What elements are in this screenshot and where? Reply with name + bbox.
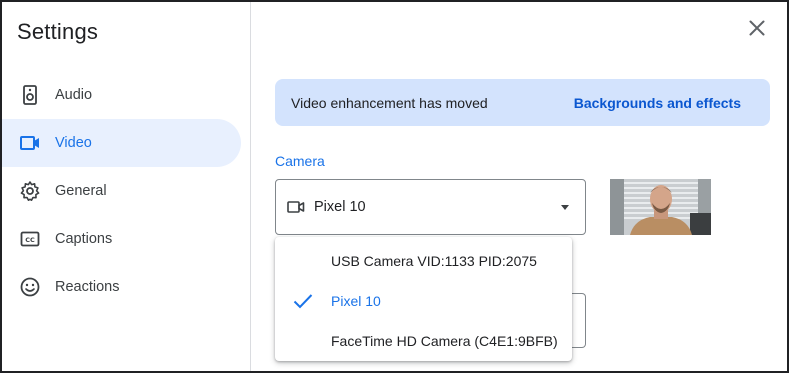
sidebar-item-captions[interactable]: CC Captions [2,215,241,263]
sidebar-item-audio[interactable]: Audio [2,71,241,119]
camera-option-label: Pixel 10 [331,293,381,309]
camera-select[interactable]: Pixel 10 [275,179,586,235]
sidebar-item-video[interactable]: Video [2,119,241,167]
sidebar-item-label: Reactions [55,279,120,295]
closed-captions-icon: CC [19,228,41,250]
sidebar-item-general[interactable]: General [2,167,241,215]
settings-sidebar: Settings Audio Video General CC Captions [2,2,251,371]
backgrounds-effects-link[interactable]: Backgrounds and effects [574,95,741,111]
camera-option-pixel[interactable]: Pixel 10 [275,281,572,321]
camera-option-label: USB Camera VID:1133 PID:2075 [331,253,537,269]
info-banner: Video enhancement has moved Backgrounds … [275,79,770,126]
sidebar-item-label: Video [55,135,92,151]
svg-text:CC: CC [25,236,35,244]
gear-icon [19,180,41,202]
close-button[interactable] [744,15,770,41]
sidebar-item-label: General [55,183,107,199]
speaker-icon [19,84,41,106]
settings-dialog: Settings Audio Video General CC Captions [0,0,789,373]
videocam-icon [19,132,41,154]
videocam-icon [287,200,305,214]
camera-preview [610,179,711,235]
dropdown-arrow-icon [561,205,569,210]
sidebar-item-label: Audio [55,87,93,103]
camera-option-usb[interactable]: USB Camera VID:1133 PID:2075 [275,241,572,281]
dialog-title: Settings [17,19,99,44]
checkmark-icon [293,292,313,315]
close-icon [749,20,765,36]
camera-select-value: Pixel 10 [314,199,366,215]
camera-option-facetime[interactable]: FaceTime HD Camera (C4E1:9BFB) [275,321,572,361]
camera-options-menu: USB Camera VID:1133 PID:2075 Pixel 10 Fa… [275,237,572,361]
camera-label: Camera [275,153,325,169]
sidebar-item-reactions[interactable]: Reactions [2,263,241,311]
sidebar-item-label: Captions [55,231,113,247]
smiley-icon [19,276,41,298]
banner-text: Video enhancement has moved [291,94,488,111]
camera-option-label: FaceTime HD Camera (C4E1:9BFB) [331,333,558,349]
